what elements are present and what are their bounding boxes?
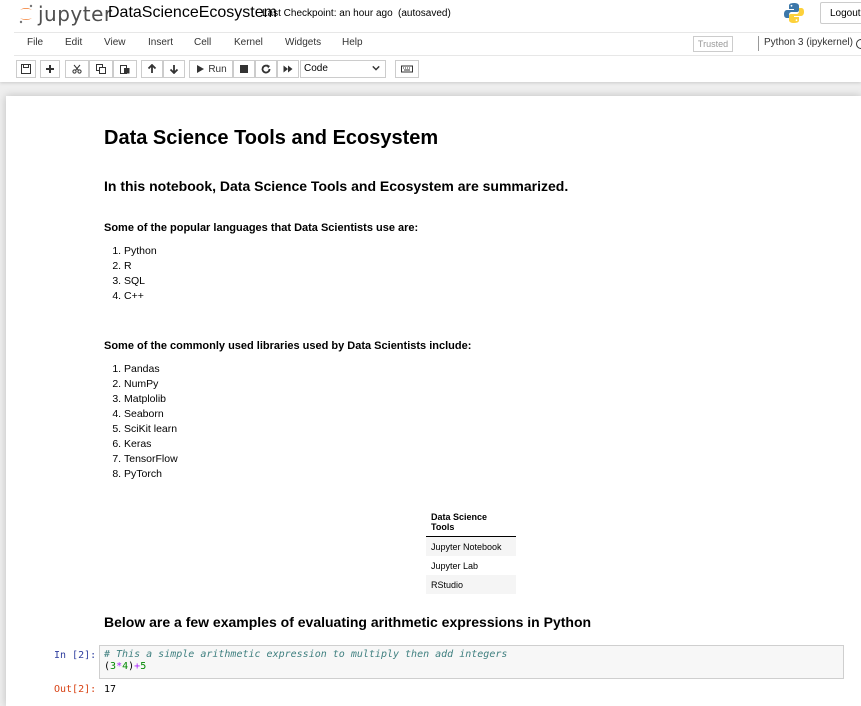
notebook-name[interactable]: DataScienceEcosystem	[108, 4, 277, 22]
tools-table: Data Science Tools Jupyter Notebook Jupy…	[426, 508, 516, 594]
jupyter-logo[interactable]: jupyter	[18, 2, 113, 26]
list-item: Keras	[124, 437, 178, 452]
list-item: Python	[124, 244, 157, 259]
notebook-container: Data Science Tools and Ecosystem In this…	[6, 96, 861, 706]
list-item: Matplolib	[124, 392, 178, 407]
menu-insert[interactable]: Insert	[148, 37, 173, 48]
table-header-row: Data Science Tools	[426, 508, 516, 537]
restart-icon	[261, 64, 271, 74]
add-cell-button[interactable]	[40, 60, 60, 78]
checkpoint-status: Last Checkpoint: an hour ago	[262, 8, 393, 19]
copy-button[interactable]	[89, 60, 113, 78]
code-cell-editor[interactable]: # This a simple arithmetic expression to…	[99, 645, 844, 679]
fast-forward-icon	[283, 65, 293, 73]
paste-icon	[120, 65, 130, 74]
menu-edit[interactable]: Edit	[65, 37, 82, 48]
title-row: jupyter DataScienceEcosystem Last Checkp…	[0, 0, 861, 30]
move-up-button[interactable]	[141, 60, 163, 78]
kernel-name[interactable]: Python 3 (ipykernel)	[764, 37, 853, 48]
scissors-icon	[72, 64, 82, 74]
menu-help[interactable]: Help	[342, 37, 363, 48]
restart-button[interactable]	[255, 60, 277, 78]
run-button[interactable]: Run	[189, 60, 233, 78]
code-line: (3*4)+5	[104, 661, 839, 673]
python-logo-icon	[784, 3, 804, 23]
table-row: Jupyter Notebook	[426, 536, 516, 556]
libraries-list: Pandas NumPy Matplolib Seaborn SciKit le…	[104, 362, 178, 482]
menu-cell[interactable]: Cell	[194, 37, 211, 48]
kernel-idle-icon	[856, 39, 861, 49]
table-cell: Jupyter Notebook	[426, 536, 516, 556]
list-item: NumPy	[124, 377, 178, 392]
cell-type-value: Code	[304, 63, 328, 74]
trusted-badge[interactable]: Trusted	[693, 36, 733, 52]
copy-icon	[96, 64, 106, 74]
move-down-button[interactable]	[163, 60, 185, 78]
arrow-down-icon	[169, 65, 179, 74]
save-icon	[21, 64, 31, 74]
table-row: RStudio	[426, 575, 516, 594]
menu-file[interactable]: File	[27, 37, 43, 48]
paste-button[interactable]	[113, 60, 137, 78]
notebook-title: Data Science Tools and Ecosystem	[104, 127, 439, 149]
intro-heading: In this notebook, Data Science Tools and…	[104, 178, 569, 194]
table-cell: RStudio	[426, 575, 516, 594]
arith-heading: Below are a few examples of evaluating a…	[104, 614, 592, 630]
keyboard-icon	[401, 65, 413, 73]
save-button[interactable]	[16, 60, 36, 78]
code-token: 5	[140, 661, 147, 672]
table-header: Data Science Tools	[426, 508, 516, 537]
menu-widgets[interactable]: Widgets	[285, 37, 321, 48]
logout-button[interactable]: Logout	[820, 2, 861, 24]
list-item: C++	[124, 289, 157, 304]
play-icon	[197, 65, 205, 73]
list-item: Pandas	[124, 362, 178, 377]
menu-kernel[interactable]: Kernel	[234, 37, 263, 48]
cell-output: 17	[104, 684, 117, 695]
plus-icon	[46, 65, 54, 73]
list-item: SciKit learn	[124, 422, 178, 437]
cut-button[interactable]	[65, 60, 89, 78]
menu-bar: File Edit View Insert Cell Kernel Widget…	[14, 32, 861, 56]
logo-text: jupyter	[38, 2, 113, 26]
list-item: TensorFlow	[124, 452, 178, 467]
toolbar: Run Code	[14, 59, 861, 81]
list-item: PyTorch	[124, 467, 178, 482]
languages-heading: Some of the popular languages that Data …	[104, 222, 419, 234]
autosave-status: (autosaved)	[398, 8, 451, 19]
table-row: Jupyter Lab	[426, 556, 516, 575]
notebook-header: jupyter DataScienceEcosystem Last Checkp…	[0, 0, 861, 82]
arrow-up-icon	[147, 64, 157, 73]
code-comment: # This a simple arithmetic expression to…	[104, 649, 508, 660]
list-item: R	[124, 259, 157, 274]
restart-run-all-button[interactable]	[277, 60, 299, 78]
interrupt-button[interactable]	[233, 60, 255, 78]
languages-list: Python R SQL C++	[104, 244, 157, 304]
libraries-heading: Some of the commonly used libraries used…	[104, 340, 472, 352]
cell-type-select[interactable]: Code	[300, 60, 386, 78]
list-item: SQL	[124, 274, 157, 289]
kernel-separator	[758, 36, 759, 51]
table-cell: Jupyter Lab	[431, 560, 479, 571]
stop-icon	[240, 65, 248, 73]
input-prompt: In [2]:	[54, 650, 97, 661]
chevron-down-icon	[372, 65, 380, 71]
run-label: Run	[208, 63, 227, 75]
command-palette-button[interactable]	[395, 60, 419, 78]
jupyter-logo-icon	[19, 4, 33, 24]
output-prompt: Out[2]:	[54, 684, 97, 695]
menu-view[interactable]: View	[104, 37, 126, 48]
list-item: Seaborn	[124, 407, 178, 422]
